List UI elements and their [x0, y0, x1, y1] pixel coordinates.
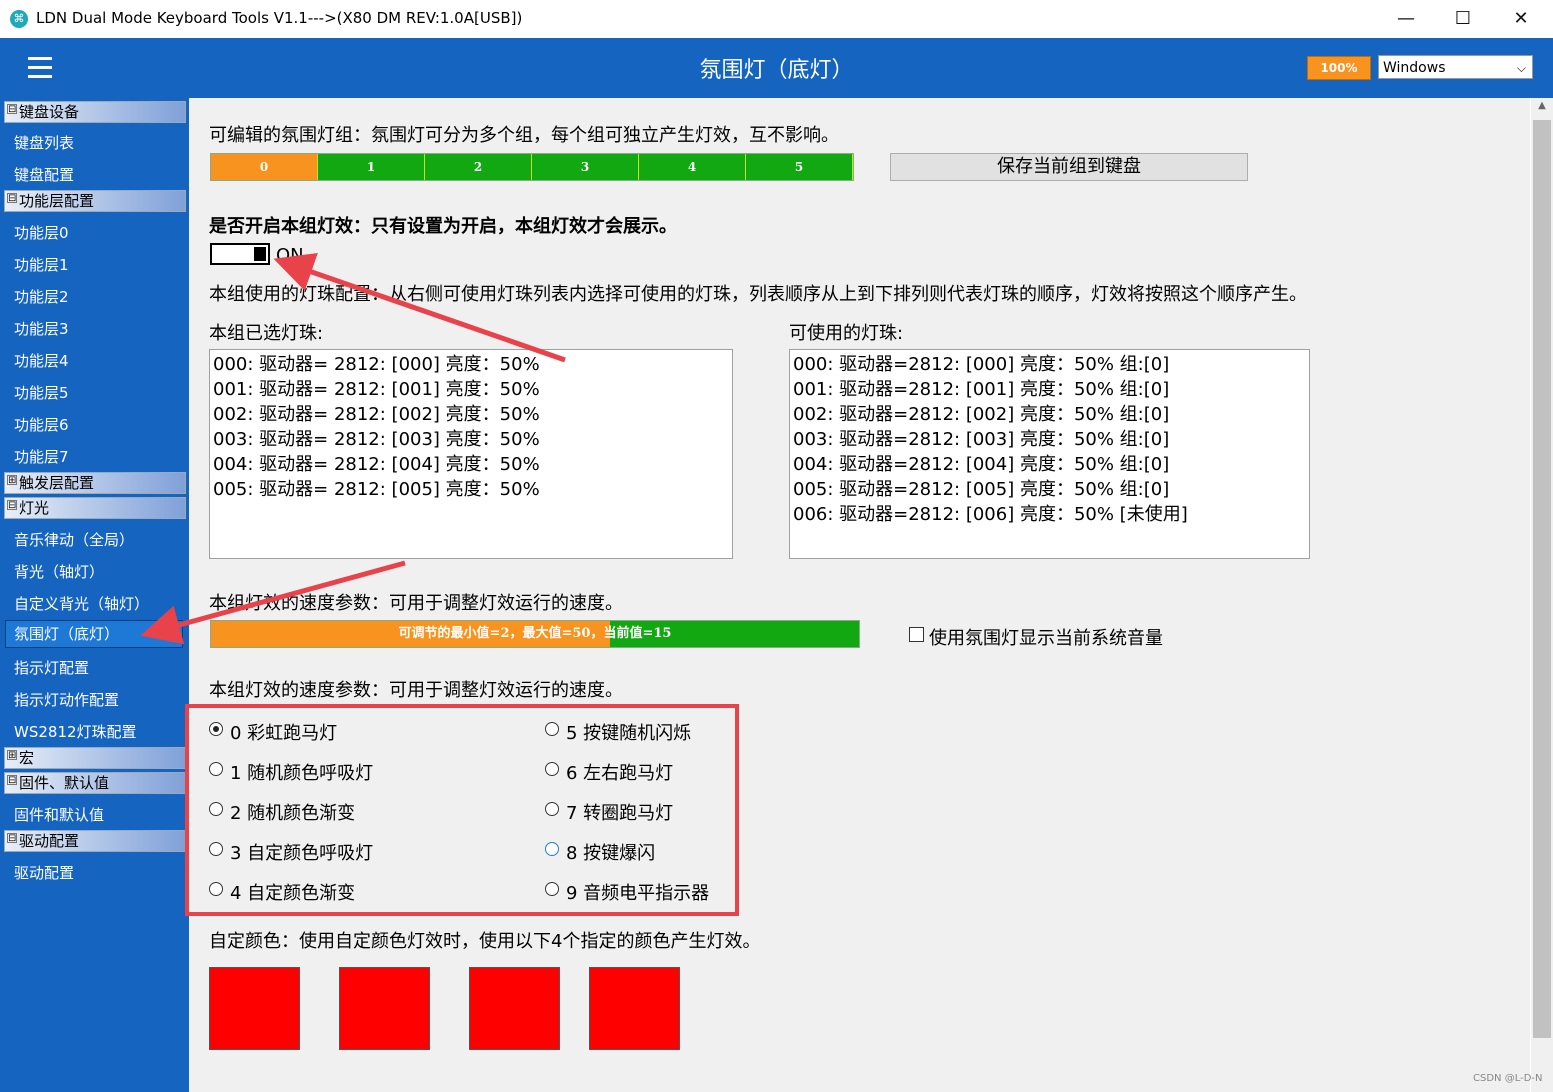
sidebar-group-trigger[interactable]: ⊞ 触发层配置: [4, 472, 186, 494]
sidebar-item-keyboard-config[interactable]: 键盘配置: [14, 164, 74, 185]
sidebar-item-firmware-defaults[interactable]: 固件和默认值: [14, 804, 104, 825]
list-item[interactable]: 003: 驱动器= 2812: [003] 亮度：50%: [213, 427, 729, 452]
custom-color-swatch-4[interactable]: [589, 967, 680, 1050]
group-tab-3[interactable]: 3: [532, 154, 639, 180]
os-select-value: Windows: [1383, 60, 1446, 76]
list-item[interactable]: 004: 驱动器= 2812: [004] 亮度：50%: [213, 452, 729, 477]
sidebar-item-layer0[interactable]: 功能层0: [14, 222, 69, 243]
collapse-icon[interactable]: ⊟: [7, 833, 17, 844]
sidebar-group-lighting[interactable]: ⊟ 灯光: [4, 497, 186, 519]
scrollbar-thumb[interactable]: [1533, 120, 1551, 1038]
close-button[interactable]: ✕: [1498, 4, 1544, 34]
save-group-button[interactable]: 保存当前组到键盘: [890, 153, 1248, 181]
led-config-description: 本组使用的灯珠配置：从右侧可使用灯珠列表内选择可使用的灯珠，列表顺序从上到下排列…: [209, 284, 1307, 305]
chevron-down-icon: ⌵: [1516, 61, 1526, 75]
selected-leds-list[interactable]: 000: 驱动器= 2812: [000] 亮度：50% 001: 驱动器= 2…: [209, 349, 733, 559]
list-item[interactable]: 000: 驱动器=2812: [000] 亮度：50% 组:[0]: [793, 352, 1306, 377]
sidebar-group-label: 灯光: [19, 499, 50, 517]
sidebar-group-label: 宏: [19, 749, 35, 767]
sidebar-item-ambient-light[interactable]: 氛围灯（底灯）: [5, 620, 183, 648]
maximize-button[interactable]: ☐: [1440, 4, 1486, 34]
sidebar-group-label: 键盘设备: [19, 103, 80, 121]
speed-slider[interactable]: 可调节的最小值=2，最大值=50，当前值=15: [210, 620, 860, 648]
group-tab-1[interactable]: 1: [318, 154, 425, 180]
sidebar-group-layers[interactable]: ⊟ 功能层配置: [4, 190, 186, 212]
collapse-icon[interactable]: ⊟: [7, 193, 17, 204]
list-item[interactable]: 003: 驱动器=2812: [003] 亮度：50% 组:[0]: [793, 427, 1306, 452]
sidebar-item-backlight[interactable]: 背光（轴灯）: [14, 561, 104, 582]
custom-color-description: 自定颜色：使用自定颜色灯效时，使用以下4个指定的颜色产生灯效。: [209, 931, 761, 952]
sidebar-item-layer7[interactable]: 功能层7: [14, 446, 69, 467]
sidebar-item-layer3[interactable]: 功能层3: [14, 318, 69, 339]
sidebar-group-devices[interactable]: ⊟ 键盘设备: [4, 101, 186, 123]
window-title: LDN Dual Mode Keyboard Tools V1.1--->(X8…: [36, 9, 523, 27]
custom-color-swatch-2[interactable]: [339, 967, 430, 1050]
group-description: 可编辑的氛围灯组：氛围灯可分为多个组，每个组可独立产生灯效，互不影响。: [209, 125, 839, 146]
collapse-icon[interactable]: ⊟: [7, 104, 17, 115]
sidebar-item-layer5[interactable]: 功能层5: [14, 382, 69, 403]
list-item[interactable]: 006: 驱动器=2812: [006] 亮度：50% [未使用]: [793, 502, 1306, 527]
group-tab-4[interactable]: 4: [639, 154, 746, 180]
collapse-icon[interactable]: ⊟: [7, 775, 17, 786]
custom-color-swatch-1[interactable]: [209, 967, 300, 1050]
os-select[interactable]: Windows ⌵: [1378, 55, 1533, 79]
scroll-up-icon[interactable]: ▲: [1531, 100, 1553, 118]
list-item[interactable]: 001: 驱动器=2812: [001] 亮度：50% 组:[0]: [793, 377, 1306, 402]
sidebar-group-label: 固件、默认值: [19, 774, 110, 792]
speed-slider-label: 可调节的最小值=2，最大值=50，当前值=15: [398, 626, 672, 641]
sidebar-item-layer1[interactable]: 功能层1: [14, 254, 69, 275]
effect-description: 本组灯效的速度参数：可用于调整灯效运行的速度。: [209, 680, 623, 701]
zoom-badge: 100%: [1307, 56, 1371, 80]
enable-toggle[interactable]: [210, 243, 270, 265]
list-item[interactable]: 000: 驱动器= 2812: [000] 亮度：50%: [213, 352, 729, 377]
sidebar-group-driver[interactable]: ⊟ 驱动配置: [4, 830, 186, 852]
sidebar-item-keyboard-list[interactable]: 键盘列表: [14, 132, 74, 153]
title-bar: ⌘ LDN Dual Mode Keyboard Tools V1.1--->(…: [0, 0, 1553, 38]
volume-checkbox-label[interactable]: 使用氛围灯显示当前系统音量: [929, 624, 1163, 650]
list-item[interactable]: 001: 驱动器= 2812: [001] 亮度：50%: [213, 377, 729, 402]
sidebar-group-label: 触发层配置: [19, 474, 95, 492]
sidebar-group-firmware[interactable]: ⊟ 固件、默认值: [4, 772, 186, 794]
group-tab-0[interactable]: 0: [211, 154, 318, 180]
toggle-state-label: ON: [276, 245, 304, 266]
list-item[interactable]: 002: 驱动器= 2812: [002] 亮度：50%: [213, 402, 729, 427]
sidebar-item-layer4[interactable]: 功能层4: [14, 350, 69, 371]
enable-description: 是否开启本组灯效：只有设置为开启，本组灯效才会展示。: [209, 216, 677, 237]
speed-description: 本组灯效的速度参数：可用于调整灯效运行的速度。: [209, 593, 623, 614]
app-header: 氛围灯（底灯） 100% Windows ⌵: [0, 38, 1553, 98]
sidebar-group-macro[interactable]: ⊞ 宏: [4, 747, 186, 769]
list-item[interactable]: 004: 驱动器=2812: [004] 亮度：50% 组:[0]: [793, 452, 1306, 477]
volume-checkbox[interactable]: [909, 627, 924, 642]
sidebar-item-layer2[interactable]: 功能层2: [14, 286, 69, 307]
list-item[interactable]: 005: 驱动器=2812: [005] 亮度：50% 组:[0]: [793, 477, 1306, 502]
expand-icon[interactable]: ⊞: [7, 750, 17, 761]
available-leds-list[interactable]: 000: 驱动器=2812: [000] 亮度：50% 组:[0] 001: 驱…: [789, 349, 1310, 559]
sidebar: ⊟ 键盘设备 键盘列表 键盘配置 ⊟ 功能层配置 功能层0 功能层1 功能层2 …: [0, 98, 189, 1092]
available-leds-label: 可使用的灯珠:: [789, 323, 904, 344]
sidebar-item-custom-backlight[interactable]: 自定义背光（轴灯）: [14, 593, 149, 614]
annotation-highlight-box: [185, 704, 739, 916]
selected-leds-label: 本组已选灯珠:: [209, 323, 324, 344]
sidebar-item-indicator-action[interactable]: 指示灯动作配置: [14, 689, 119, 710]
custom-color-swatch-3[interactable]: [469, 967, 560, 1050]
watermark: CSDN @L-D-N: [1473, 1073, 1543, 1084]
list-item[interactable]: 002: 驱动器=2812: [002] 亮度：50% 组:[0]: [793, 402, 1306, 427]
sidebar-item-driver-config[interactable]: 驱动配置: [14, 862, 74, 883]
expand-icon[interactable]: ⊞: [7, 475, 17, 486]
sidebar-group-label: 驱动配置: [19, 832, 80, 850]
sidebar-item-ws2812-config[interactable]: WS2812灯珠配置: [14, 721, 137, 742]
app-icon: ⌘: [10, 10, 28, 28]
list-item[interactable]: 005: 驱动器= 2812: [005] 亮度：50%: [213, 477, 729, 502]
sidebar-item-music-rhythm[interactable]: 音乐律动（全局）: [14, 529, 134, 550]
vertical-scrollbar[interactable]: ▲: [1531, 98, 1553, 1092]
toggle-knob: [254, 247, 266, 261]
group-selector: 0 1 2 3 4 5: [210, 153, 854, 181]
sidebar-item-layer6[interactable]: 功能层6: [14, 414, 69, 435]
collapse-icon[interactable]: ⊟: [7, 500, 17, 511]
group-tab-5[interactable]: 5: [746, 154, 853, 180]
sidebar-item-indicator-config[interactable]: 指示灯配置: [14, 657, 89, 678]
minimize-button[interactable]: —: [1383, 4, 1429, 34]
sidebar-group-label: 功能层配置: [19, 192, 95, 210]
group-tab-2[interactable]: 2: [425, 154, 532, 180]
